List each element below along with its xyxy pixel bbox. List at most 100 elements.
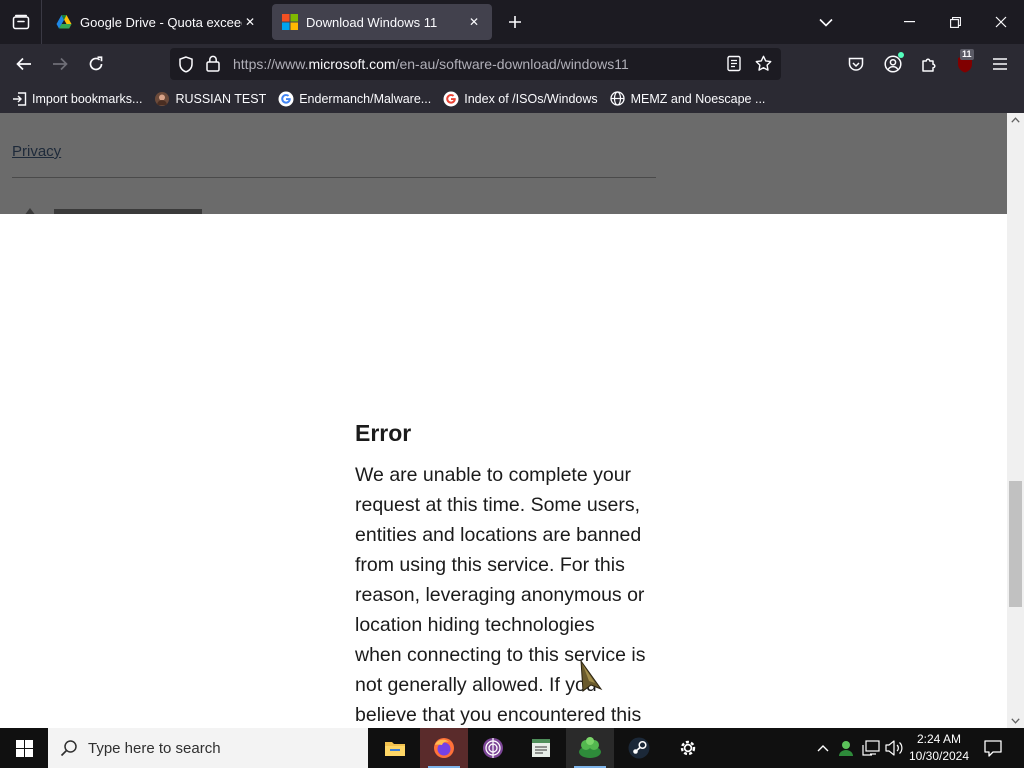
tab-download-windows[interactable]: Download Windows 11 ✕	[272, 4, 492, 40]
lock-icon[interactable]	[206, 55, 220, 72]
site-icon	[155, 91, 170, 106]
puzzle-piece-icon	[921, 57, 936, 72]
clock-time: 2:24 AM	[916, 732, 962, 746]
dimmed-page-overlay: Privacy	[0, 113, 1007, 214]
bookmark-label: RUSSIAN TEST	[175, 91, 267, 106]
minimize-button[interactable]	[886, 0, 932, 44]
steam-icon	[628, 737, 650, 759]
speaker-icon	[885, 740, 903, 756]
globe-icon	[610, 91, 625, 106]
taskbar-notepad[interactable]	[517, 728, 565, 768]
error-line: entities and locations are banned	[355, 524, 642, 546]
bookmark-label: Index of /ISOs/Windows	[464, 91, 598, 106]
app-menu-button[interactable]	[986, 50, 1014, 78]
show-hidden-icons-button[interactable]	[814, 728, 832, 768]
arrow-right-icon	[53, 57, 68, 71]
google-icon	[278, 91, 294, 106]
chevron-up-icon	[1011, 117, 1020, 123]
privacy-link[interactable]: Privacy	[12, 143, 61, 160]
game-tray-icon	[839, 741, 853, 756]
google-drive-icon	[56, 15, 72, 29]
taskbar-tor-browser[interactable]	[469, 728, 517, 768]
restore-button[interactable]	[932, 0, 978, 44]
bookmarks-toolbar: Import bookmarks... RUSSIAN TEST Enderma…	[0, 84, 1024, 113]
taskbar-search-box[interactable]: Type here to search	[48, 728, 368, 768]
close-tab-icon[interactable]: ✕	[466, 14, 482, 30]
list-all-tabs-button[interactable]	[815, 10, 837, 34]
tab-title: Google Drive - Quota exceeded	[80, 14, 242, 30]
url-text[interactable]: https://www.microsoft.com/en-au/software…	[233, 56, 629, 72]
pocket-button[interactable]	[842, 50, 870, 78]
firefox-view-icon	[12, 14, 29, 30]
close-window-button[interactable]	[978, 0, 1024, 44]
account-button[interactable]	[879, 50, 907, 78]
address-bar[interactable]: https://www.microsoft.com/en-au/software…	[170, 48, 781, 80]
arrow-left-icon	[16, 57, 31, 71]
error-line: from using this service. For this	[355, 554, 625, 576]
chevron-up-icon	[817, 745, 829, 752]
error-line: when connecting to this service is	[355, 644, 646, 666]
hamburger-menu-icon	[993, 58, 1007, 70]
bookmark-label: MEMZ and Noescape ...	[630, 91, 766, 106]
error-line: We are unable to complete your	[355, 464, 632, 486]
tab-google-drive[interactable]: Google Drive - Quota exceeded ✕	[46, 4, 268, 40]
ublock-extension-button[interactable]: 11	[951, 49, 979, 78]
reload-icon	[89, 56, 103, 71]
bookmark-import[interactable]: Import bookmarks...	[11, 91, 142, 107]
close-tab-icon[interactable]: ✕	[242, 14, 258, 30]
forward-button[interactable]	[46, 50, 74, 78]
tracking-protection-shield-icon[interactable]	[178, 56, 194, 73]
taskbar-game[interactable]	[566, 728, 614, 768]
minimize-icon	[903, 21, 915, 23]
chevron-down-icon	[819, 18, 833, 27]
vertical-scrollbar[interactable]	[1007, 113, 1024, 728]
back-button[interactable]	[10, 50, 38, 78]
search-placeholder: Type here to search	[88, 739, 221, 757]
extensions-button[interactable]	[915, 50, 943, 78]
error-line: reason, leveraging anonymous or	[355, 584, 645, 606]
google-icon	[443, 91, 459, 106]
network-button[interactable]	[860, 728, 882, 768]
start-button[interactable]	[0, 728, 48, 768]
reader-view-icon[interactable]	[727, 55, 741, 72]
tray-app-icon[interactable]	[836, 728, 856, 768]
bookmark-star-icon[interactable]	[755, 55, 772, 72]
clock-date: 10/30/2024	[908, 749, 970, 763]
error-line: not generally allowed. If you	[355, 674, 597, 696]
scroll-up-button[interactable]	[1007, 113, 1024, 127]
close-icon	[995, 16, 1007, 28]
taskbar-firefox[interactable]	[420, 728, 468, 768]
scroll-down-button[interactable]	[1007, 714, 1024, 728]
firefox-view-button[interactable]	[0, 0, 42, 44]
import-icon	[12, 91, 26, 106]
search-icon	[60, 740, 77, 757]
notification-center-button[interactable]	[978, 728, 1008, 768]
bookmark-memz[interactable]: MEMZ and Noescape ...	[610, 91, 766, 107]
error-line: request at this time. Some users,	[355, 494, 641, 516]
scrollbar-thumb[interactable]	[1009, 481, 1022, 607]
obscured-heading-fragment	[25, 208, 202, 214]
taskbar-clock[interactable]: 2:24 AM 10/30/2024	[904, 731, 974, 765]
navigation-toolbar: https://www.microsoft.com/en-au/software…	[0, 44, 1024, 84]
custom-cursor-icon	[580, 659, 603, 692]
taskbar-settings[interactable]	[664, 728, 712, 768]
pocket-icon	[848, 57, 864, 71]
tab-strip: Google Drive - Quota exceeded ✕ Download…	[0, 0, 1024, 44]
bookmark-index-isos[interactable]: Index of /ISOs/Windows	[443, 91, 598, 107]
bookmark-endermanch[interactable]: Endermanch/Malware...	[278, 91, 431, 107]
volume-button[interactable]	[883, 728, 905, 768]
file-explorer-icon	[385, 742, 405, 756]
bookmark-russian-test[interactable]: RUSSIAN TEST	[154, 91, 266, 107]
chevron-down-icon	[1011, 718, 1020, 724]
settings-icon	[680, 740, 696, 756]
windows-logo-icon	[15, 739, 33, 757]
new-tab-button[interactable]	[503, 10, 527, 34]
notepad-icon	[532, 739, 550, 757]
taskbar-file-explorer[interactable]	[371, 728, 419, 768]
error-line: location hiding technologies	[355, 614, 595, 636]
reload-button[interactable]	[82, 50, 110, 78]
restore-icon	[949, 16, 961, 28]
taskbar-steam[interactable]	[615, 728, 663, 768]
bookmark-label: Import bookmarks...	[32, 91, 143, 106]
microsoft-logo-icon	[282, 14, 298, 30]
